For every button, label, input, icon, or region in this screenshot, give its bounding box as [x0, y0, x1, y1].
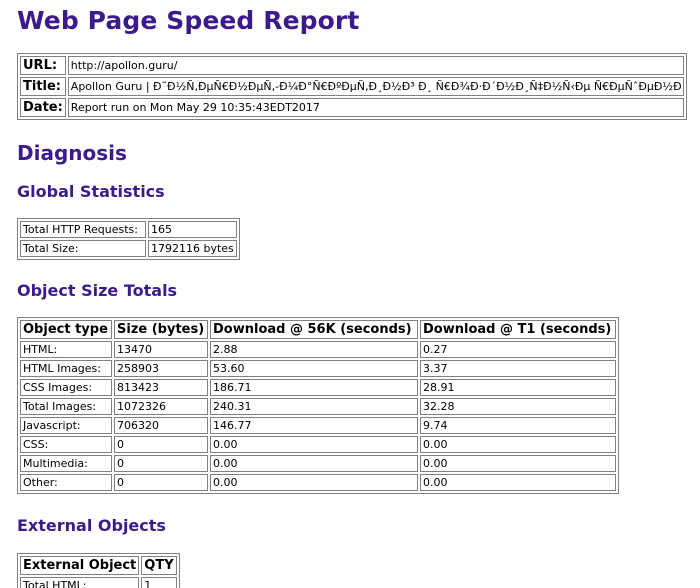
external-objects-heading: External Objects	[17, 516, 166, 535]
download-56k-cell: 0.00	[210, 455, 418, 472]
download-t1-cell: 3.37	[420, 360, 616, 377]
table-row: Total Images: 1072326 240.31 32.28	[20, 398, 616, 415]
table-row: Total HTML: 1	[20, 577, 177, 588]
size-cell: 0	[114, 474, 208, 491]
table-header-row: External Object QTY	[20, 556, 177, 575]
column-header: Size (bytes)	[114, 320, 208, 339]
object-type-cell: Javascript:	[20, 417, 112, 434]
column-header: Object type	[20, 320, 112, 339]
download-t1-cell: 0.00	[420, 436, 616, 453]
download-56k-cell: 186.71	[210, 379, 418, 396]
object-type-cell: HTML Images:	[20, 360, 112, 377]
date-label: Date:	[20, 98, 66, 117]
size-cell: 0	[114, 455, 208, 472]
download-56k-cell: 0.00	[210, 436, 418, 453]
stat-label: Total HTTP Requests:	[20, 221, 146, 238]
download-t1-cell: 32.28	[420, 398, 616, 415]
page-title: Web Page Speed Report	[17, 6, 360, 35]
table-row: HTML Images: 258903 53.60 3.37	[20, 360, 616, 377]
table-row: Total Size: 1792116 bytes	[20, 240, 237, 257]
meta-row-url: URL: http://apollon.guru/	[20, 56, 684, 75]
table-row: Total HTTP Requests: 165	[20, 221, 237, 238]
object-size-totals-table: Object type Size (bytes) Download @ 56K …	[17, 317, 619, 494]
table-row: CSS: 0 0.00 0.00	[20, 436, 616, 453]
column-header: QTY	[141, 556, 177, 575]
size-cell: 1072326	[114, 398, 208, 415]
download-56k-cell: 146.77	[210, 417, 418, 434]
column-header: External Object	[20, 556, 140, 575]
object-type-cell: Other:	[20, 474, 112, 491]
size-cell: 13470	[114, 341, 208, 358]
object-type-cell: HTML:	[20, 341, 112, 358]
title-value: Apollon Guru | Ð˜Ð½Ñ‚ÐµÑ€Ð½ÐµÑ‚-Ð¼Ð°Ñ€Ðº…	[67, 77, 684, 96]
global-statistics-table: Total HTTP Requests: 165 Total Size: 179…	[17, 218, 240, 260]
stat-label: Total Size:	[20, 240, 146, 257]
stat-value: 165	[148, 221, 237, 238]
column-header: Download @ T1 (seconds)	[420, 320, 616, 339]
size-cell: 706320	[114, 417, 208, 434]
object-size-totals-heading: Object Size Totals	[17, 281, 178, 300]
table-header-row: Object type Size (bytes) Download @ 56K …	[20, 320, 616, 339]
table-row: CSS Images: 813423 186.71 28.91	[20, 379, 616, 396]
title-label: Title:	[20, 77, 66, 96]
size-cell: 813423	[114, 379, 208, 396]
global-statistics-heading: Global Statistics	[17, 182, 165, 201]
external-object-cell: Total HTML:	[20, 577, 140, 588]
size-cell: 0	[114, 436, 208, 453]
object-type-cell: Total Images:	[20, 398, 112, 415]
meta-row-date: Date: Report run on Mon May 29 10:35:43E…	[20, 98, 684, 117]
diagnosis-heading: Diagnosis	[17, 141, 127, 165]
object-type-cell: Multimedia:	[20, 455, 112, 472]
download-56k-cell: 240.31	[210, 398, 418, 415]
table-row: HTML: 13470 2.88 0.27	[20, 341, 616, 358]
external-objects-table: External Object QTY Total HTML: 1	[17, 553, 180, 588]
table-row: Multimedia: 0 0.00 0.00	[20, 455, 616, 472]
download-t1-cell: 9.74	[420, 417, 616, 434]
download-56k-cell: 53.60	[210, 360, 418, 377]
download-56k-cell: 0.00	[210, 474, 418, 491]
object-type-cell: CSS:	[20, 436, 112, 453]
url-value: http://apollon.guru/	[67, 56, 684, 75]
report-meta-table: URL: http://apollon.guru/ Title: Apollon…	[17, 53, 687, 120]
column-header: Download @ 56K (seconds)	[210, 320, 418, 339]
date-value: Report run on Mon May 29 10:35:43EDT2017	[67, 98, 684, 117]
object-type-cell: CSS Images:	[20, 379, 112, 396]
download-t1-cell: 28.91	[420, 379, 616, 396]
meta-row-title: Title: Apollon Guru | Ð˜Ð½Ñ‚ÐµÑ€Ð½ÐµÑ‚-Ð…	[20, 77, 684, 96]
download-t1-cell: 0.00	[420, 474, 616, 491]
url-label: URL:	[20, 56, 66, 75]
download-56k-cell: 2.88	[210, 341, 418, 358]
download-t1-cell: 0.27	[420, 341, 616, 358]
size-cell: 258903	[114, 360, 208, 377]
qty-cell: 1	[141, 577, 177, 588]
table-row: Javascript: 706320 146.77 9.74	[20, 417, 616, 434]
table-row: Other: 0 0.00 0.00	[20, 474, 616, 491]
download-t1-cell: 0.00	[420, 455, 616, 472]
stat-value: 1792116 bytes	[148, 240, 237, 257]
